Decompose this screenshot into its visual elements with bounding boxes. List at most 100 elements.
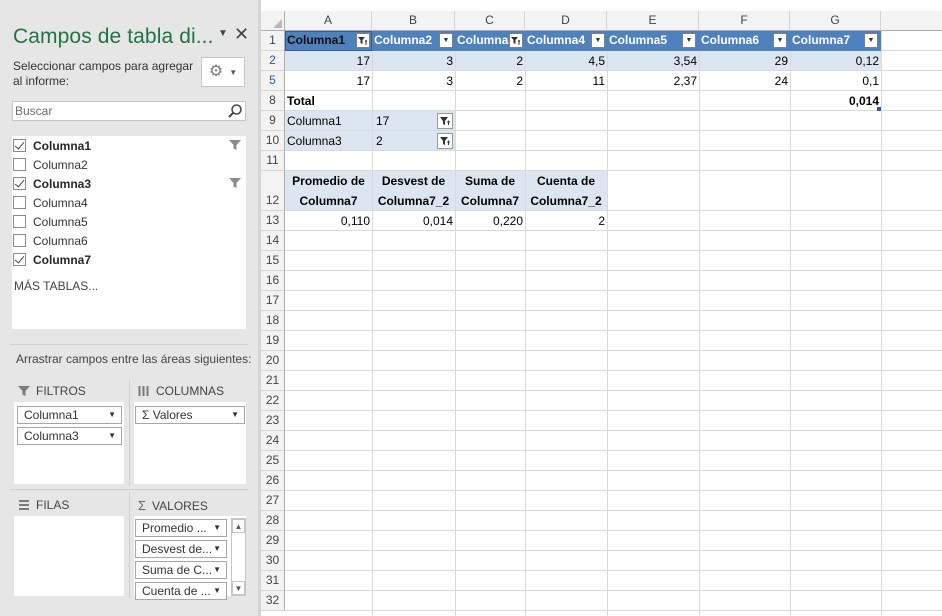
row-header[interactable]: 12: [261, 171, 285, 211]
field-item-columna5[interactable]: Columna5: [12, 212, 246, 231]
pivot-header-line[interactable]: Desvest de: [372, 171, 455, 191]
field-checkbox[interactable]: [13, 139, 26, 152]
row-header[interactable]: 24: [261, 431, 285, 451]
pivot-value[interactable]: 0,014: [372, 211, 455, 231]
cell[interactable]: 0,12: [790, 51, 881, 71]
fill-handle[interactable]: [877, 107, 881, 111]
cell[interactable]: 0,1: [790, 71, 881, 91]
cell[interactable]: 2: [455, 71, 525, 91]
field-item-columna6[interactable]: Columna6: [12, 231, 246, 250]
column-header-b[interactable]: B: [372, 11, 455, 31]
column-header-h[interactable]: [881, 11, 942, 31]
pivot-header-line[interactable]: Columna7_2: [372, 191, 455, 211]
dropdown-arrow-icon[interactable]: ▼: [591, 33, 605, 48]
field-checkbox[interactable]: [13, 234, 26, 247]
pivot-filter-field[interactable]: Columna3: [285, 131, 372, 151]
values-scrollbar[interactable]: ▲ ▼: [231, 518, 246, 596]
field-item-columna3[interactable]: Columna3: [12, 174, 246, 193]
row-header[interactable]: 18: [261, 311, 285, 331]
column-header-d[interactable]: D: [525, 11, 607, 31]
row-header[interactable]: 14: [261, 231, 285, 251]
row-header[interactable]: 10: [261, 131, 285, 151]
pivot-header-line[interactable]: Columna7: [285, 191, 372, 211]
field-item-columna2[interactable]: Columna2: [12, 155, 246, 174]
more-tables-link[interactable]: MÁS TABLAS...: [14, 279, 98, 293]
row-header[interactable]: 28: [261, 511, 285, 531]
row-header[interactable]: 1: [261, 31, 285, 51]
select-all-corner[interactable]: [261, 11, 285, 31]
dropdown-arrow-icon[interactable]: ▼: [773, 33, 787, 48]
row-header[interactable]: 11: [261, 151, 285, 171]
cell[interactable]: 2,37: [607, 71, 699, 91]
cell[interactable]: 17: [285, 51, 372, 71]
pane-menu-icon[interactable]: ▼: [218, 28, 228, 39]
row-header[interactable]: 22: [261, 391, 285, 411]
row-header[interactable]: 27: [261, 491, 285, 511]
field-item-columna4[interactable]: Columna4: [12, 193, 246, 212]
field-item-columna1[interactable]: Columna1: [12, 136, 246, 155]
total-value[interactable]: 0,014: [790, 91, 881, 111]
value-pill-cuenta[interactable]: Cuenta de ... ▼: [135, 582, 227, 600]
cell[interactable]: 3: [372, 71, 455, 91]
row-header[interactable]: 26: [261, 471, 285, 491]
pivot-header-line[interactable]: Columna7_2: [525, 191, 607, 211]
filter-applied-icon[interactable]: [437, 113, 453, 129]
row-header[interactable]: 32: [261, 591, 285, 611]
rows-area-box[interactable]: [14, 516, 124, 596]
scroll-up-icon[interactable]: ▲: [232, 519, 245, 533]
value-pill-promedio[interactable]: Promedio ... ▼: [135, 519, 227, 537]
column-header-a[interactable]: A: [285, 11, 372, 31]
row-header[interactable]: 8: [261, 91, 285, 111]
dropdown-arrow-icon[interactable]: ▼: [439, 33, 453, 48]
field-checkbox[interactable]: [13, 196, 26, 209]
row-header[interactable]: 9: [261, 111, 285, 131]
pivot-header-line[interactable]: Promedio de: [285, 171, 372, 191]
row-header[interactable]: 30: [261, 551, 285, 571]
column-header-f[interactable]: F: [699, 11, 790, 31]
pivot-filter-field[interactable]: Columna1: [285, 111, 372, 131]
dropdown-arrow-icon[interactable]: ▼: [864, 33, 878, 48]
column-pill-valores[interactable]: Σ Valores ▼: [135, 406, 245, 424]
dropdown-arrow-icon[interactable]: ▼: [682, 33, 696, 48]
field-checkbox[interactable]: [13, 253, 26, 266]
column-header-c[interactable]: C: [455, 11, 525, 31]
row-header[interactable]: 5: [261, 71, 285, 91]
tools-button[interactable]: ⚙ ▼: [201, 57, 245, 87]
filter-applied-icon[interactable]: [509, 33, 523, 48]
row-header[interactable]: 25: [261, 451, 285, 471]
row-header[interactable]: 15: [261, 251, 285, 271]
pivot-value[interactable]: 0,220: [455, 211, 525, 231]
filter-pill-columna3[interactable]: Columna3 ▼: [17, 427, 122, 445]
field-checkbox[interactable]: [13, 158, 26, 171]
cell[interactable]: 3,54: [607, 51, 699, 71]
scroll-down-icon[interactable]: ▼: [232, 581, 245, 595]
cell[interactable]: 4,5: [525, 51, 607, 71]
row-header[interactable]: 21: [261, 371, 285, 391]
field-checkbox[interactable]: [13, 215, 26, 228]
pivot-header-line[interactable]: Cuenta de: [525, 171, 607, 191]
row-header[interactable]: 13: [261, 211, 285, 231]
pivot-header-line[interactable]: Columna7: [455, 191, 525, 211]
column-header-g[interactable]: G: [790, 11, 881, 31]
filter-pill-columna1[interactable]: Columna1 ▼: [17, 406, 122, 424]
field-item-columna7[interactable]: Columna7: [12, 250, 246, 269]
total-label[interactable]: Total: [285, 91, 372, 111]
row-header[interactable]: 20: [261, 351, 285, 371]
row-header[interactable]: 17: [261, 291, 285, 311]
value-pill-desvest[interactable]: Desvest de... ▼: [135, 540, 227, 558]
pivot-header-line[interactable]: Suma de: [455, 171, 525, 191]
row-header[interactable]: 2: [261, 51, 285, 71]
close-icon[interactable]: ✕: [234, 24, 249, 45]
row-header[interactable]: 16: [261, 271, 285, 291]
field-checkbox[interactable]: [13, 177, 26, 190]
filter-applied-icon[interactable]: [437, 133, 453, 149]
search-icon[interactable]: [227, 103, 243, 119]
column-header-e[interactable]: E: [607, 11, 699, 31]
cell[interactable]: 29: [699, 51, 790, 71]
pivot-value[interactable]: 2: [525, 211, 607, 231]
cell[interactable]: 11: [525, 71, 607, 91]
cell[interactable]: 24: [699, 71, 790, 91]
filter-applied-icon[interactable]: [356, 33, 370, 48]
row-header[interactable]: 29: [261, 531, 285, 551]
value-pill-suma[interactable]: Suma de C... ▼: [135, 561, 227, 579]
